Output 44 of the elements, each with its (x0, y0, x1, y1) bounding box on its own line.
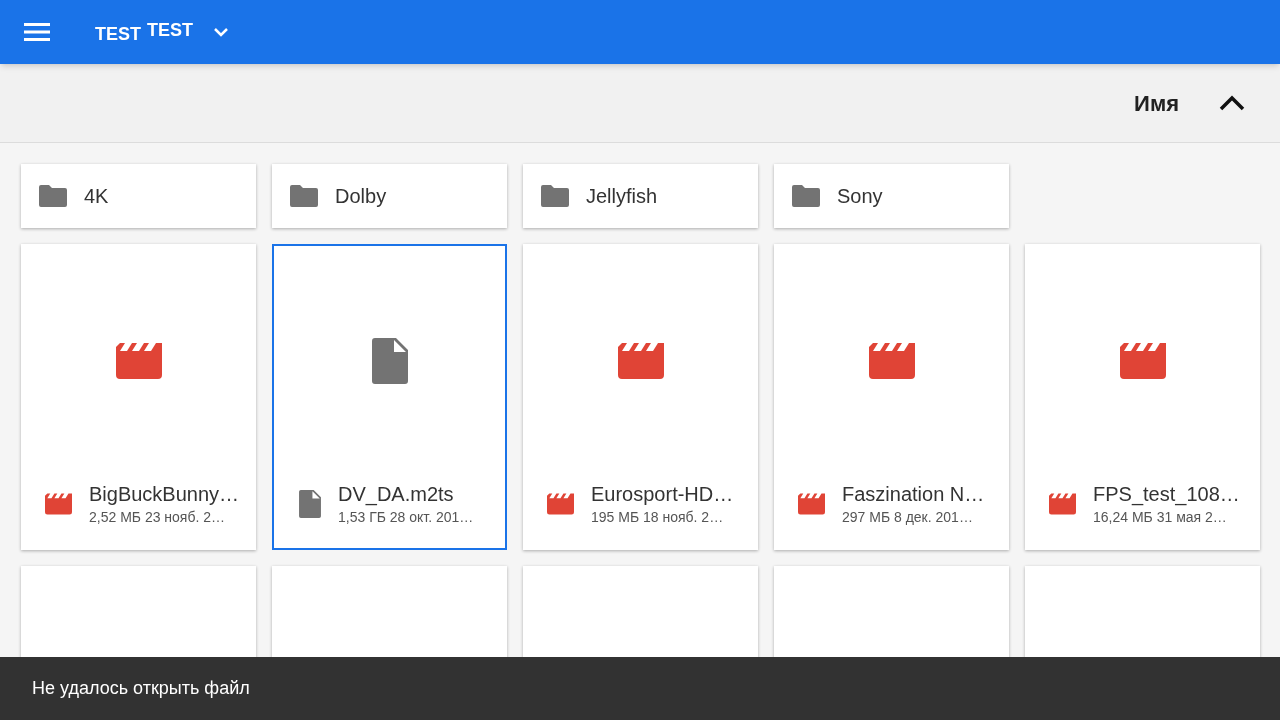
file-details: 1,53 ГБ 28 окт. 201… (338, 508, 474, 527)
file-details: 195 МБ 18 нояб. 2… (591, 508, 725, 527)
file-card[interactable]: BigBuckBunny… 2,52 МБ 23 нояб. 2… (21, 244, 256, 550)
file-card[interactable]: Eurosport-HD… 195 МБ 18 нояб. 2… (523, 244, 758, 550)
folder-card[interactable]: Sony (774, 164, 1009, 228)
clapperboard-icon (1119, 343, 1166, 379)
folder-name: 4K (84, 184, 109, 209)
file-name: DV_DA.m2ts (338, 482, 455, 507)
account-label: TEST (95, 22, 141, 46)
folder-icon (541, 185, 569, 207)
clapperboard-icon (45, 493, 72, 515)
snackbar-message: Не удалось открыть файл (32, 677, 250, 700)
clapperboard-icon (617, 343, 664, 379)
folder-card[interactable]: Dolby (272, 164, 507, 228)
sort-label[interactable]: Имя (1134, 86, 1179, 120)
file-details: 297 МБ 8 дек. 201… (842, 508, 974, 527)
chevron-up-icon[interactable] (1219, 95, 1245, 111)
clapperboard-icon (1049, 493, 1076, 515)
folder-name: Dolby (335, 184, 387, 209)
app-title: TEST (147, 18, 194, 42)
file-details: 16,24 МБ 31 мая 2… (1093, 508, 1228, 527)
file-card[interactable]: FPS_test_108… 16,24 МБ 31 мая 2… (1025, 244, 1260, 550)
document-icon (299, 490, 321, 518)
folder-icon (290, 185, 318, 207)
folder-card[interactable]: Jellyfish (523, 164, 758, 228)
folder-name: Jellyfish (586, 184, 658, 209)
file-name: FPS_test_108… (1093, 482, 1240, 507)
folder-card[interactable]: 4K (21, 164, 256, 228)
file-name: BigBuckBunny… (89, 482, 240, 507)
folder-name: Sony (837, 184, 883, 209)
document-icon (371, 338, 408, 384)
folder-icon (39, 185, 67, 207)
clapperboard-icon (115, 343, 162, 379)
menu-icon[interactable] (24, 23, 50, 41)
file-details: 2,52 МБ 23 нояб. 2… (89, 508, 227, 527)
clapperboard-icon (868, 343, 915, 379)
clapperboard-icon (547, 493, 574, 515)
folder-icon (792, 185, 820, 207)
file-name: Faszination N… (842, 482, 985, 507)
chevron-down-icon[interactable] (213, 27, 230, 37)
file-card[interactable]: Faszination N… 297 МБ 8 дек. 201… (774, 244, 1009, 550)
clapperboard-icon (798, 493, 825, 515)
file-name: Eurosport-HD… (591, 482, 734, 507)
file-card[interactable]: DV_DA.m2ts 1,53 ГБ 28 окт. 201… (272, 244, 507, 550)
